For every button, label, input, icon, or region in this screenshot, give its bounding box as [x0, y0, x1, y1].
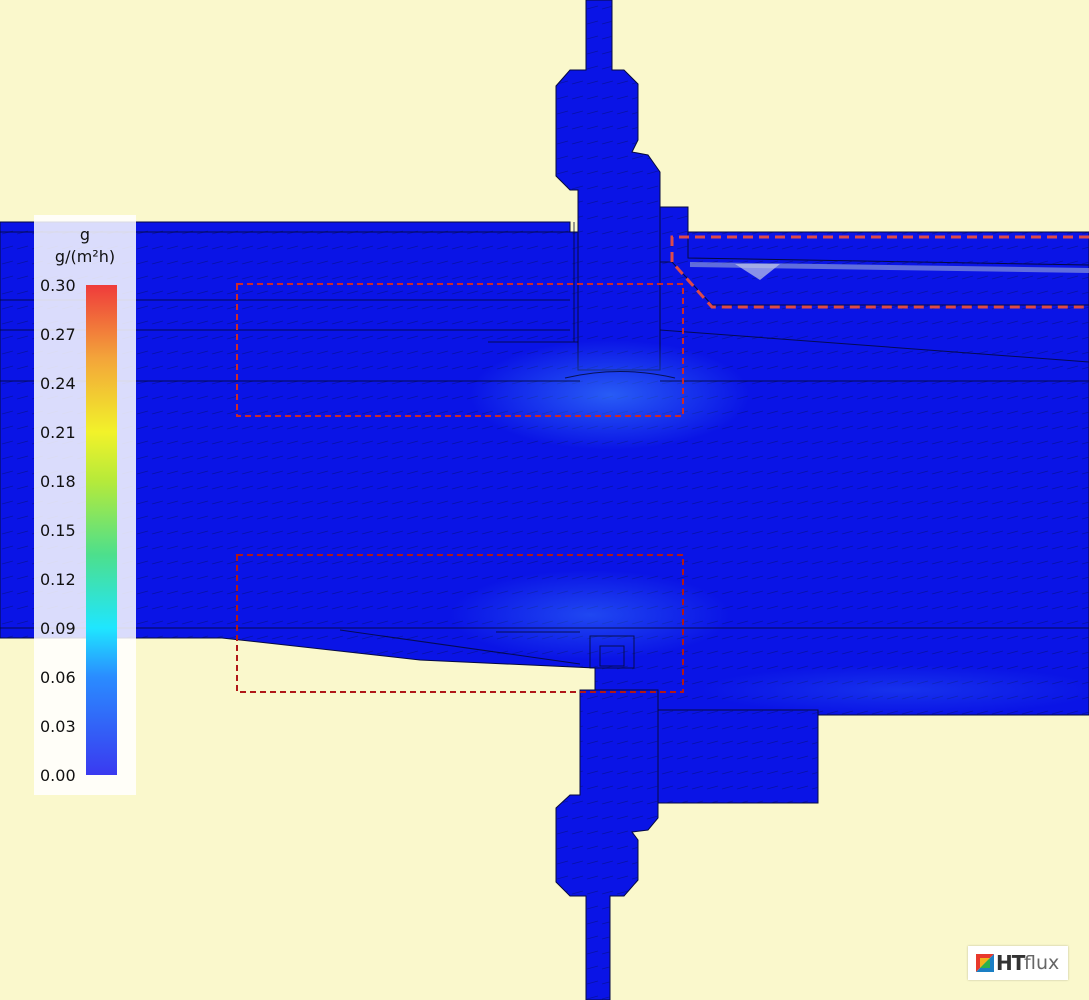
legend-tick: 0.30: [40, 276, 76, 295]
legend-title: g: [79, 225, 91, 244]
simulation-canvas: [0, 0, 1089, 1000]
logo-text-light: flux: [1024, 952, 1060, 974]
legend-tick: 0.27: [40, 325, 76, 344]
color-legend: g g/(m²h) 0.30 0.27 0.24 0.21 0.18 0.15 …: [34, 215, 136, 795]
legend-tick: 0.12: [40, 570, 76, 589]
legend-tick: 0.24: [40, 374, 76, 393]
wall-section: [0, 0, 1089, 1000]
legend-tick: 0.03: [40, 717, 76, 736]
htflux-logo-icon: [976, 954, 994, 972]
legend-unit: g/(m²h): [54, 247, 116, 266]
legend-tick: 0.21: [40, 423, 76, 442]
legend-tick: 0.00: [40, 766, 76, 785]
legend-colorbar: [86, 285, 117, 775]
logo-text-bold: HT: [996, 951, 1025, 975]
htflux-logo: HT flux: [968, 946, 1068, 980]
legend-tick: 0.09: [40, 619, 76, 638]
legend-tick: 0.06: [40, 668, 76, 687]
legend-tick: 0.15: [40, 521, 76, 540]
legend-tick: 0.18: [40, 472, 76, 491]
